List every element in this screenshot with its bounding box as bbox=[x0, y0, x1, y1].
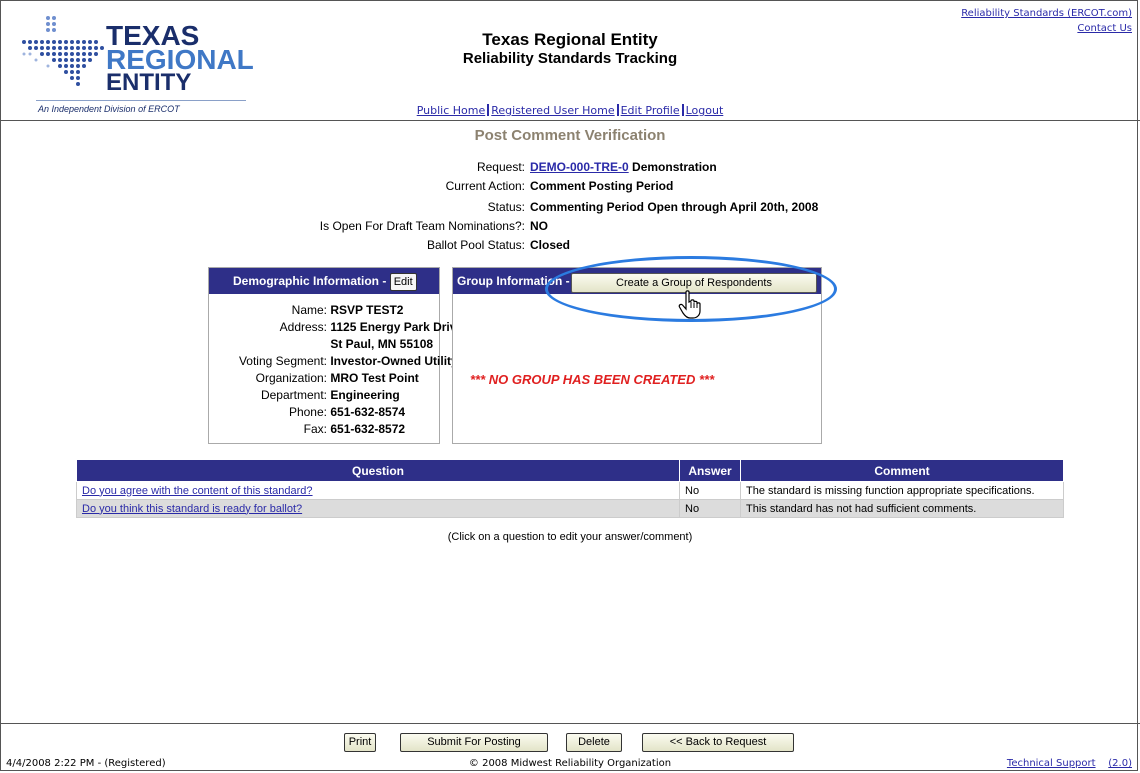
page-title: Post Comment Verification bbox=[474, 127, 666, 144]
submit-for-posting-button[interactable]: Submit For Posting bbox=[400, 733, 548, 752]
print-button[interactable]: Print bbox=[344, 733, 376, 752]
site-title: Texas Regional Entity Reliability Standa… bbox=[420, 30, 720, 67]
comment-cell: The standard is missing function appropr… bbox=[740, 481, 1064, 500]
demo-row: Name: RSVP TEST2 bbox=[291, 303, 404, 317]
demo-row: Voting Segment: Investor-Owned Utility bbox=[238, 354, 458, 368]
request-row: Request: DEMO-000-TRE-0 Demonstration bbox=[0, 158, 1140, 176]
status-value: Commenting Period Open through April 20t… bbox=[530, 200, 819, 214]
current-action-value: Comment Posting Period bbox=[530, 179, 674, 193]
comment-column-header: Comment bbox=[740, 459, 1064, 482]
question-link[interactable]: Do you agree with the content of this st… bbox=[82, 485, 313, 497]
copyright-text: © 2008 Midwest Reliability Organization bbox=[468, 758, 672, 769]
request-label: Request: bbox=[476, 160, 525, 174]
nav-separator bbox=[487, 104, 490, 116]
texas-map-icon bbox=[22, 16, 104, 86]
demographic-details: Name: RSVP TEST2 Address: 1125 Energy Pa… bbox=[209, 294, 464, 438]
nav-logout[interactable]: Logout bbox=[686, 104, 724, 117]
site-title-line1: Texas Regional Entity bbox=[482, 30, 658, 49]
main-nav: Public Home Registered User Home Edit Prof… bbox=[0, 104, 1140, 117]
delete-button[interactable]: Delete bbox=[566, 733, 622, 752]
current-action-row: Current Action: Comment Posting Period bbox=[0, 177, 1140, 195]
demo-row: Phone: 651-632-8574 bbox=[288, 405, 406, 419]
site-title-line2: Reliability Standards Tracking bbox=[462, 50, 678, 67]
status-label: Status: bbox=[487, 200, 525, 214]
demographic-panel: Demographic Information - Edit Name: RSV… bbox=[208, 267, 464, 444]
no-group-message: *** NO GROUP HAS BEEN CREATED *** bbox=[470, 372, 715, 387]
nav-separator bbox=[681, 104, 684, 116]
edit-demographic-button[interactable]: Edit bbox=[389, 272, 417, 291]
answer-cell: No bbox=[679, 499, 741, 518]
nav-public-home[interactable]: Public Home bbox=[417, 104, 486, 117]
tre-logo[interactable]: TEXAS REGIONAL ENTITY An Independent Div… bbox=[14, 8, 254, 118]
status-row: Status: Commenting Period Open through A… bbox=[0, 198, 1140, 216]
question-cell: Do you think this standard is ready for … bbox=[76, 499, 680, 518]
draft-team-label: Is Open For Draft Team Nominations?: bbox=[319, 219, 525, 233]
logo-word-entity: ENTITY bbox=[106, 69, 192, 96]
nav-edit-profile[interactable]: Edit Profile bbox=[621, 104, 680, 117]
comment-cell: This standard has not had sufficient com… bbox=[740, 499, 1064, 518]
top-links: Reliability Standards (ERCOT.com) Contac… bbox=[961, 6, 1132, 36]
question-column-header: Question bbox=[76, 459, 680, 482]
back-to-request-button[interactable]: << Back to Request bbox=[642, 733, 794, 752]
edit-hint: (Click on a question to edit your answer… bbox=[447, 531, 693, 543]
table-row: Do you think this standard is ready for … bbox=[76, 499, 1064, 518]
demo-row: Organization: MRO Test Point bbox=[255, 371, 419, 385]
current-action-label: Current Action: bbox=[445, 179, 525, 193]
question-link[interactable]: Do you think this standard is ready for … bbox=[82, 503, 302, 515]
ballot-pool-value: Closed bbox=[530, 238, 571, 252]
reliability-standards-link[interactable]: Reliability Standards (ERCOT.com) bbox=[961, 8, 1132, 19]
request-value: DEMO-000-TRE-0 Demonstration bbox=[530, 158, 717, 176]
version-link[interactable]: (2.0) bbox=[1108, 758, 1132, 769]
footer-links: Technical Support (2.0) bbox=[1007, 758, 1132, 769]
answer-cell: No bbox=[679, 481, 741, 500]
request-name: Demonstration bbox=[632, 160, 717, 174]
logo-divider bbox=[36, 100, 246, 101]
ballot-pool-label: Ballot Pool Status: bbox=[426, 238, 525, 252]
header-divider bbox=[0, 120, 1140, 121]
demo-row: Address: 1125 Energy Park Drive bbox=[279, 320, 464, 334]
contact-us-link[interactable]: Contact Us bbox=[1077, 23, 1132, 34]
table-row: Do you agree with the content of this st… bbox=[76, 481, 1064, 500]
draft-team-value: NO bbox=[530, 219, 548, 233]
table-header-row: Question Answer Comment bbox=[76, 459, 1064, 482]
answer-column-header: Answer bbox=[679, 459, 741, 482]
demographic-title: Demographic Information - bbox=[233, 274, 387, 288]
question-cell: Do you agree with the content of this st… bbox=[76, 481, 680, 500]
technical-support-link[interactable]: Technical Support bbox=[1007, 758, 1096, 769]
draft-team-row: Is Open For Draft Team Nominations?: NO bbox=[0, 217, 1140, 235]
demo-row: Fax: 651-632-8572 bbox=[303, 422, 406, 436]
demo-row: Department: Engineering bbox=[260, 388, 400, 402]
nav-registered-user-home[interactable]: Registered User Home bbox=[491, 104, 614, 117]
hand-cursor-icon bbox=[678, 290, 701, 319]
ballot-pool-row: Ballot Pool Status: Closed bbox=[0, 236, 1140, 254]
demographic-header: Demographic Information - Edit bbox=[209, 268, 439, 294]
questions-table: Question Answer Comment Do you agree wit… bbox=[76, 459, 1064, 518]
nav-separator bbox=[616, 104, 619, 116]
footer-divider bbox=[0, 723, 1140, 724]
request-link[interactable]: DEMO-000-TRE-0 bbox=[530, 160, 629, 174]
demo-row: St Paul, MN 55108 bbox=[330, 337, 434, 351]
